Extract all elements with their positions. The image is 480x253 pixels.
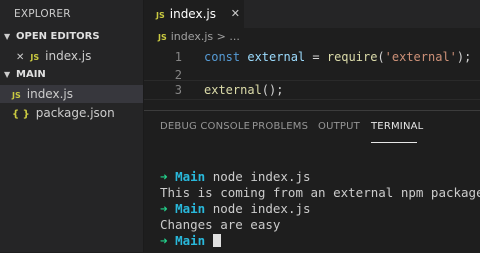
close-icon[interactable]: ✕	[16, 52, 24, 63]
breadcrumb-more[interactable]: > ...	[213, 30, 240, 43]
file-item-index-js[interactable]: JS index.js	[0, 85, 143, 103]
prompt-arrow-icon: ➜	[160, 233, 168, 248]
main-folder-heading: MAIN	[16, 69, 46, 80]
code-line[interactable]: 1 const external = require('external');	[144, 48, 480, 66]
main-folder-section-header[interactable]: ▼ MAIN	[0, 66, 143, 84]
json-file-icon: { }	[12, 109, 30, 120]
terminal-prompt-line: ➜ Main node index.js	[160, 201, 311, 216]
file-item-package-json[interactable]: { } package.json	[0, 104, 143, 122]
breadcrumb-file[interactable]: index.js	[171, 30, 213, 43]
terminal-command: node index.js	[212, 201, 311, 216]
close-icon[interactable]: ✕	[231, 0, 240, 28]
code-line-current[interactable]: 3 external();	[144, 80, 480, 100]
tab-debug-console[interactable]: DEBUG CONSOLE	[160, 121, 250, 132]
breadcrumb[interactable]: JS index.js > ...	[158, 30, 240, 43]
terminal-cursor	[212, 234, 221, 247]
explorer-sidebar: EXPLORER ▼ OPEN EDITORS ✕ JS index.js ▼ MAIN…	[0, 0, 144, 252]
prompt-directory: Main	[175, 201, 206, 216]
chevron-down-icon: ▼	[4, 32, 11, 41]
tab-terminal[interactable]: TERMINAL	[371, 121, 423, 132]
editor-tab-bar: JS index.js ✕	[144, 0, 480, 28]
open-editors-section-header[interactable]: ▼ OPEN EDITORS	[0, 28, 143, 46]
terminal-output-line: This is coming from an external npm pack…	[160, 185, 480, 200]
terminal-prompt-line: ➜ Main node index.js	[160, 169, 311, 184]
terminal-command: node index.js	[212, 169, 311, 184]
js-file-icon: JS	[12, 91, 21, 100]
editor-area: JS index.js ✕ JS index.js > ... 1 const ex…	[144, 0, 480, 253]
tab-index-js[interactable]: JS index.js ✕	[144, 0, 244, 28]
prompt-directory: Main	[175, 169, 206, 184]
prompt-arrow-icon: ➜	[160, 201, 168, 216]
tab-output[interactable]: OUTPUT	[318, 121, 360, 132]
explorer-title: EXPLORER	[14, 8, 71, 20]
code-text: const external = require('external');	[204, 50, 472, 64]
active-tab-indicator	[371, 142, 417, 143]
chevron-down-icon: ▼	[4, 70, 11, 79]
tab-problems[interactable]: PROBLEMS	[252, 121, 308, 132]
file-name: package.json	[35, 106, 115, 120]
open-editor-item-index-js[interactable]: ✕ JS index.js	[0, 47, 143, 65]
js-file-icon: JS	[158, 33, 167, 42]
line-number: 3	[174, 83, 182, 97]
js-file-icon: JS	[30, 53, 40, 62]
js-file-icon: JS	[156, 11, 165, 20]
file-name: index.js	[26, 87, 73, 101]
line-number: 1	[174, 50, 182, 64]
bottom-panel: DEBUG CONSOLE PROBLEMS OUTPUT TERMINAL ➜…	[144, 110, 480, 253]
terminal-input-line[interactable]: ➜ Main	[160, 233, 221, 248]
prompt-directory: Main	[175, 233, 206, 248]
tab-label: index.js	[169, 7, 216, 21]
terminal-output-line: Changes are easy	[160, 217, 281, 232]
code-text: external();	[204, 83, 284, 97]
prompt-arrow-icon: ➜	[160, 169, 168, 184]
open-editor-file-name: index.js	[45, 49, 92, 63]
open-editors-heading: OPEN EDITORS	[16, 31, 100, 42]
